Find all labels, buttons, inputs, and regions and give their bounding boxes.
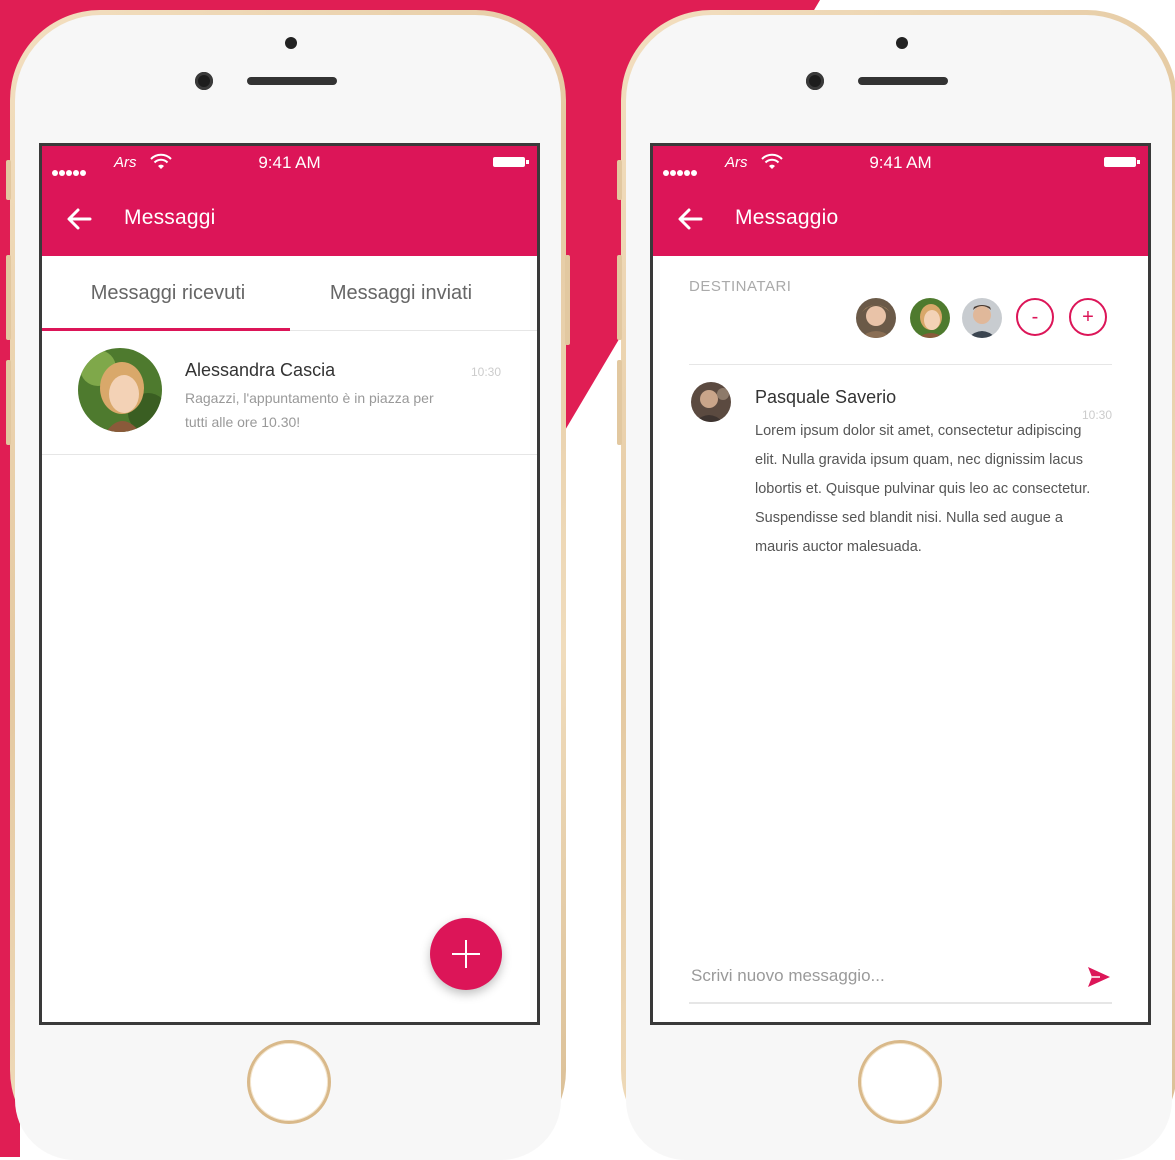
message-time: 10:30: [470, 365, 501, 379]
message-sender: Pasquale Saverio: [755, 387, 897, 407]
page-title: Messaggio: [735, 206, 839, 229]
back-arrow-icon[interactable]: [675, 204, 705, 234]
proximity-sensor: [896, 37, 908, 49]
power-button: [565, 255, 570, 345]
mute-switch: [617, 160, 622, 200]
add-recipient-button[interactable]: +: [1069, 298, 1107, 336]
divider: [689, 364, 1112, 365]
app-bar: Messaggio: [653, 182, 1148, 256]
status-time: 9:41 AM: [258, 153, 321, 172]
phone-face: Ars 9:41 AM Messaggi Messaggi ricevuti M…: [15, 15, 561, 1160]
proximity-sensor: [285, 37, 297, 49]
left-phone: Ars 9:41 AM Messaggi Messaggi ricevuti M…: [6, 10, 570, 1160]
recipient-avatar[interactable]: [962, 298, 1002, 338]
compose-bar: [689, 952, 1112, 1004]
recipient-avatar[interactable]: [910, 298, 950, 338]
status-bar: Ars 9:41 AM: [42, 146, 537, 182]
compose-input[interactable]: [689, 960, 1073, 992]
earpiece-speaker: [247, 77, 337, 85]
page-title: Messaggi: [124, 206, 216, 229]
recipients-label: DESTINATARI: [689, 278, 792, 295]
message-preview: Ragazzi, l'appuntamento è in piazza per …: [185, 390, 434, 430]
home-button[interactable]: [858, 1040, 942, 1124]
earpiece-speaker: [858, 77, 948, 85]
tab-messaggi-inviati[interactable]: Messaggi inviati: [280, 256, 522, 330]
right-phone: Ars 9:41 AM Messaggio DESTINATARI - + Pa…: [617, 10, 1175, 1160]
message-list-item[interactable]: Alessandra Cascia 10:30 Ragazzi, l'appun…: [42, 330, 537, 455]
remove-recipient-button[interactable]: -: [1016, 298, 1054, 336]
app-bar: Messaggi: [42, 182, 537, 256]
volume-down-button: [617, 360, 622, 445]
new-message-button[interactable]: [430, 918, 502, 990]
message-body: Lorem ipsum dolor sit amet, consectetur …: [755, 423, 1091, 555]
tab-messaggi-ricevuti[interactable]: Messaggi ricevuti: [42, 256, 294, 330]
front-camera: [195, 72, 213, 90]
send-icon[interactable]: [1086, 964, 1112, 990]
home-button[interactable]: [247, 1040, 331, 1124]
sender-avatar: [691, 382, 731, 422]
volume-up-button: [6, 255, 11, 340]
back-arrow-icon[interactable]: [64, 204, 94, 234]
right-screen: Ars 9:41 AM Messaggio DESTINATARI - + Pa…: [650, 143, 1151, 1025]
status-bar: Ars 9:41 AM: [653, 146, 1148, 182]
volume-down-button: [6, 360, 11, 445]
battery-icon: [1104, 157, 1140, 167]
recipients-row: - +: [856, 298, 1112, 340]
avatar: [78, 348, 162, 432]
status-time: 9:41 AM: [869, 153, 932, 172]
volume-up-button: [617, 255, 622, 340]
message-sender: Alessandra Cascia: [185, 360, 336, 380]
phone-face: Ars 9:41 AM Messaggio DESTINATARI - + Pa…: [626, 15, 1172, 1160]
front-camera: [806, 72, 824, 90]
mute-switch: [6, 160, 11, 200]
battery-icon: [493, 157, 529, 167]
recipient-avatar[interactable]: [856, 298, 896, 338]
left-screen: Ars 9:41 AM Messaggi Messaggi ricevuti M…: [39, 143, 540, 1025]
tab-bar: Messaggi ricevuti Messaggi inviati: [42, 256, 537, 331]
